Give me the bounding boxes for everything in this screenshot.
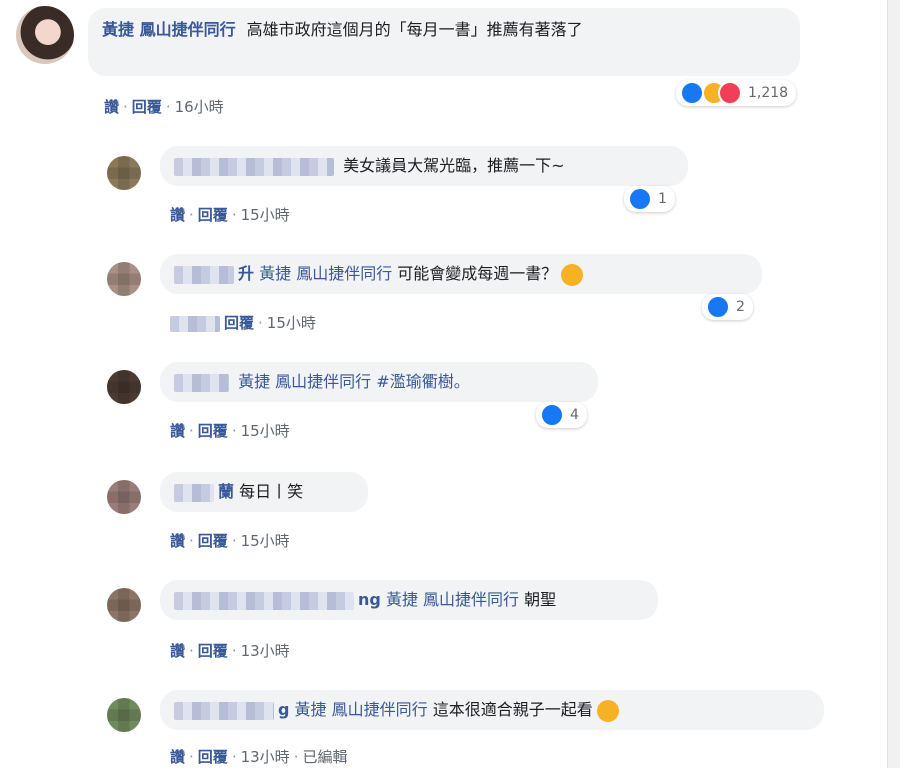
like-reaction-icon: [540, 403, 564, 427]
reaction-count: 1,218: [748, 85, 789, 101]
like-reaction-icon: [706, 295, 730, 319]
mention-link[interactable]: 黃捷 鳳山捷伴同行: [295, 700, 428, 719]
reply-button[interactable]: 回覆: [198, 206, 228, 224]
like-button[interactable]: 讚: [170, 206, 185, 224]
like-button[interactable]: 讚: [104, 98, 119, 116]
like-button[interactable]: 讚: [170, 422, 185, 440]
blurred-name: [174, 591, 354, 610]
main-reaction-summary[interactable]: 1,218: [676, 80, 797, 106]
reply-author-name-suffix[interactable]: 升: [238, 264, 254, 283]
reply-hashtag-text[interactable]: #濫瑜衢樹。: [376, 372, 469, 391]
reply-button[interactable]: 回覆: [198, 748, 228, 766]
reply-actions: 讚 · 回覆 · 15小時: [170, 532, 290, 550]
reaction-count: 1: [658, 191, 667, 207]
reply-avatar[interactable]: [107, 156, 141, 190]
reply-button[interactable]: 回覆: [198, 422, 228, 440]
reply-avatar[interactable]: [107, 588, 141, 622]
reply-text: 每日丨笑: [239, 482, 304, 501]
scrollbar[interactable]: [887, 0, 900, 768]
reaction-count: 4: [570, 407, 579, 423]
reply-reactions[interactable]: 4: [536, 402, 587, 428]
like-reaction-icon: [680, 81, 704, 105]
reaction-count: 2: [736, 299, 745, 315]
smile-emoji-icon: [561, 263, 584, 286]
reply-actions: 讚 · 回覆 · 15小時: [170, 422, 290, 440]
reply-text: 可能會變成每週一書？: [397, 264, 558, 283]
reply-button[interactable]: 回覆: [132, 98, 162, 116]
main-comment-bubble: 黃捷 鳳山捷伴同行 高雄市政府這個月的「每月一書」推薦有著落了: [88, 8, 800, 76]
reply-time[interactable]: 15小時: [241, 206, 290, 224]
like-reaction-icon: [628, 187, 652, 211]
reply-text: 這本很適合親子一起看: [432, 700, 593, 719]
blurred-name: [174, 483, 214, 502]
like-button[interactable]: 讚: [170, 532, 185, 550]
reply-avatar[interactable]: [107, 262, 141, 296]
mention-link[interactable]: 黃捷 鳳山捷伴同行: [386, 590, 519, 609]
reply-bubble: 升 黃捷 鳳山捷伴同行 可能會變成每週一書？: [160, 254, 762, 294]
comment-author-name[interactable]: 黃捷 鳳山捷伴同行: [102, 20, 236, 39]
love-reaction-icon: [718, 81, 742, 105]
reply-button[interactable]: 回覆: [198, 532, 228, 550]
reply-actions: 回覆 · 15小時: [170, 312, 316, 333]
reply-text: 美女議員大駕光臨，推薦一下~: [343, 156, 565, 175]
reply-bubble: g 黃捷 鳳山捷伴同行 這本很適合親子一起看: [160, 690, 824, 730]
reply-time[interactable]: 13小時: [241, 642, 290, 660]
reply-bubble: ng 黃捷 鳳山捷伴同行 朝聖: [160, 580, 658, 620]
reply-avatar[interactable]: [107, 480, 141, 514]
reply-author-name-suffix[interactable]: 蘭: [218, 482, 234, 501]
reply-avatar[interactable]: [107, 698, 141, 732]
reply-avatar[interactable]: [107, 370, 141, 404]
blurred-name: [174, 701, 274, 720]
reply-button[interactable]: 回覆: [224, 314, 254, 332]
reply-bubble: 美女議員大駕光臨，推薦一下~: [160, 146, 688, 186]
reply-time[interactable]: 15小時: [241, 532, 290, 550]
comment-time[interactable]: 16小時: [175, 98, 224, 116]
blurred-overlay: [170, 315, 220, 332]
reply-button[interactable]: 回覆: [198, 642, 228, 660]
mention-link[interactable]: 黃捷 鳳山捷伴同行: [238, 372, 371, 391]
reply-reactions[interactable]: 2: [702, 294, 753, 320]
blurred-name: [174, 373, 229, 392]
reply-actions: 讚 · 回覆 · 13小時 · 已編輯: [170, 748, 348, 766]
reply-time[interactable]: 15小時: [241, 422, 290, 440]
reply-reactions[interactable]: 1: [624, 186, 675, 212]
reply-actions: 讚 · 回覆 · 13小時: [170, 642, 290, 660]
author-avatar[interactable]: [16, 6, 74, 64]
reply-bubble: 蘭 每日丨笑: [160, 472, 368, 512]
blurred-name: [174, 157, 334, 176]
comment-text: 高雄市政府這個月的「每月一書」推薦有著落了: [246, 20, 583, 39]
edited-label: 已編輯: [302, 748, 348, 766]
reply-time[interactable]: 13小時: [241, 748, 290, 766]
reply-text: 朝聖: [524, 590, 557, 609]
laughing-emoji-icon: [596, 699, 619, 722]
mention-link[interactable]: 黃捷 鳳山捷伴同行: [259, 264, 392, 283]
like-button[interactable]: 讚: [170, 642, 185, 660]
main-comment-actions: 讚 · 回覆 · 16小時: [104, 98, 224, 116]
like-button[interactable]: 讚: [170, 748, 185, 766]
reply-time[interactable]: 15小時: [267, 314, 316, 332]
blurred-name: [174, 265, 234, 284]
reply-author-name-suffix[interactable]: ng: [358, 590, 381, 609]
reply-bubble: 黃捷 鳳山捷伴同行 #濫瑜衢樹。: [160, 362, 598, 402]
reply-actions: 讚 · 回覆 · 15小時: [170, 206, 290, 224]
reply-author-name-suffix[interactable]: g: [278, 700, 289, 719]
